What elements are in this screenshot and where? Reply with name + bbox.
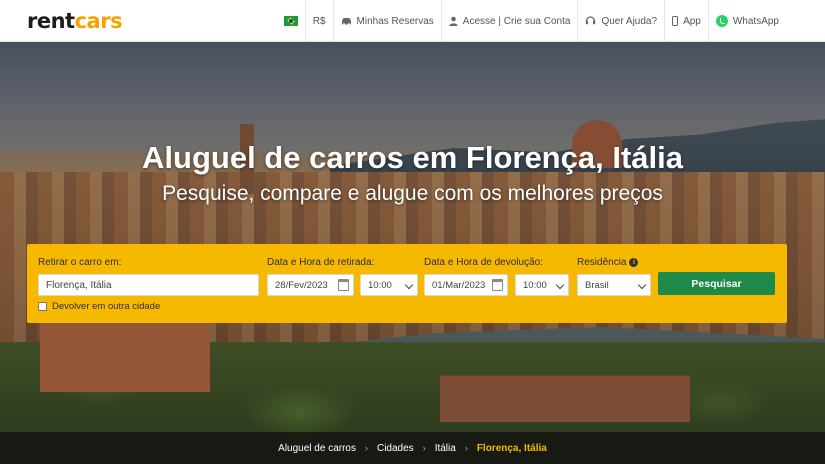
pickup-time-value: 10:00 <box>368 279 392 291</box>
help-link[interactable]: Quer Ajuda? <box>577 0 664 42</box>
page-subtitle: Pesquise, compare e alugue com os melhor… <box>162 182 663 205</box>
return-other-city-checkbox[interactable] <box>38 302 47 311</box>
language-selector[interactable] <box>277 0 305 42</box>
pickup-date-value: 28/Fev/2023 <box>275 279 328 291</box>
currency-label: R$ <box>312 15 326 27</box>
account-label: Acesse | Crie sua Conta <box>462 15 571 27</box>
chevron-down-icon <box>637 280 647 290</box>
return-other-city-option[interactable]: Devolver em outra cidade <box>38 301 160 312</box>
breadcrumb-separator: › <box>364 443 368 453</box>
pickup-location-label: Retirar o carro em: <box>38 257 122 268</box>
chevron-down-icon <box>404 280 414 290</box>
logo-text-rent: rent <box>27 9 75 33</box>
account-link[interactable]: Acesse | Crie sua Conta <box>440 0 578 42</box>
brazil-flag-icon <box>283 16 298 26</box>
page-title: Aluguel de carros em Florença, Itália <box>142 140 683 175</box>
user-icon <box>449 16 458 26</box>
return-date-label: Data e Hora de devolução: <box>424 257 543 268</box>
app-link[interactable]: App <box>664 0 708 42</box>
breadcrumb-separator: › <box>464 443 468 453</box>
pickup-date-field[interactable]: 28/Fev/2023 <box>267 274 354 296</box>
top-nav: R$ Minhas Reservas Acesse | Crie sua Con… <box>277 0 786 42</box>
whatsapp-label: WhatsApp <box>732 15 779 27</box>
breadcrumb-separator: › <box>422 443 426 453</box>
breadcrumb: Aluguel de carros › Cidades › Itália › F… <box>0 432 825 464</box>
residence-label: Residência i <box>577 257 639 268</box>
pickup-location-field[interactable] <box>38 274 259 296</box>
return-date-field[interactable]: 01/Mar/2023 <box>424 274 508 296</box>
app-label: App <box>683 15 701 27</box>
pickup-date-label: Data e Hora de retirada: <box>267 257 375 268</box>
return-other-city-label: Devolver em outra cidade <box>52 301 161 312</box>
breadcrumb-cities[interactable]: Cidades <box>377 443 414 454</box>
return-time-value: 10:00 <box>523 279 547 291</box>
pickup-location-input[interactable] <box>46 279 258 291</box>
currency-selector[interactable]: R$ <box>304 0 333 42</box>
residence-value: Brasil <box>585 279 609 291</box>
return-date-value: 01/Mar/2023 <box>432 279 486 291</box>
logo-text-cars: cars <box>74 9 123 33</box>
top-header: rent cars R$ Minhas Reservas Acesse | Cr… <box>0 0 825 42</box>
calendar-icon <box>338 279 349 291</box>
search-button[interactable]: Pesquisar <box>658 272 775 295</box>
rentcars-logo[interactable]: rent cars <box>27 9 123 33</box>
headset-icon <box>585 16 596 26</box>
calendar-icon <box>492 279 503 291</box>
search-form: Retirar o carro em: Data e Hora de retir… <box>27 244 787 323</box>
my-reservations-label: Minhas Reservas <box>356 15 434 27</box>
car-icon <box>341 17 352 26</box>
info-icon[interactable]: i <box>629 257 639 267</box>
my-reservations-link[interactable]: Minhas Reservas <box>332 0 441 42</box>
breadcrumb-current: Florença, Itália <box>476 442 547 454</box>
breadcrumb-italy[interactable]: Itália <box>435 443 456 454</box>
whatsapp-link[interactable]: WhatsApp <box>707 0 786 42</box>
return-time-select[interactable]: 10:00 <box>515 274 569 296</box>
residence-select[interactable]: Brasil <box>577 274 651 296</box>
phone-icon <box>672 16 679 26</box>
breadcrumb-car-rental[interactable]: Aluguel de carros <box>278 443 356 454</box>
whatsapp-icon <box>715 15 728 27</box>
pickup-time-select[interactable]: 10:00 <box>360 274 418 296</box>
chevron-down-icon <box>555 280 565 290</box>
residence-label-text: Residência <box>577 257 627 268</box>
help-label: Quer Ajuda? <box>601 15 658 27</box>
hero-banner: Aluguel de carros em Florença, Itália Pe… <box>0 42 825 464</box>
